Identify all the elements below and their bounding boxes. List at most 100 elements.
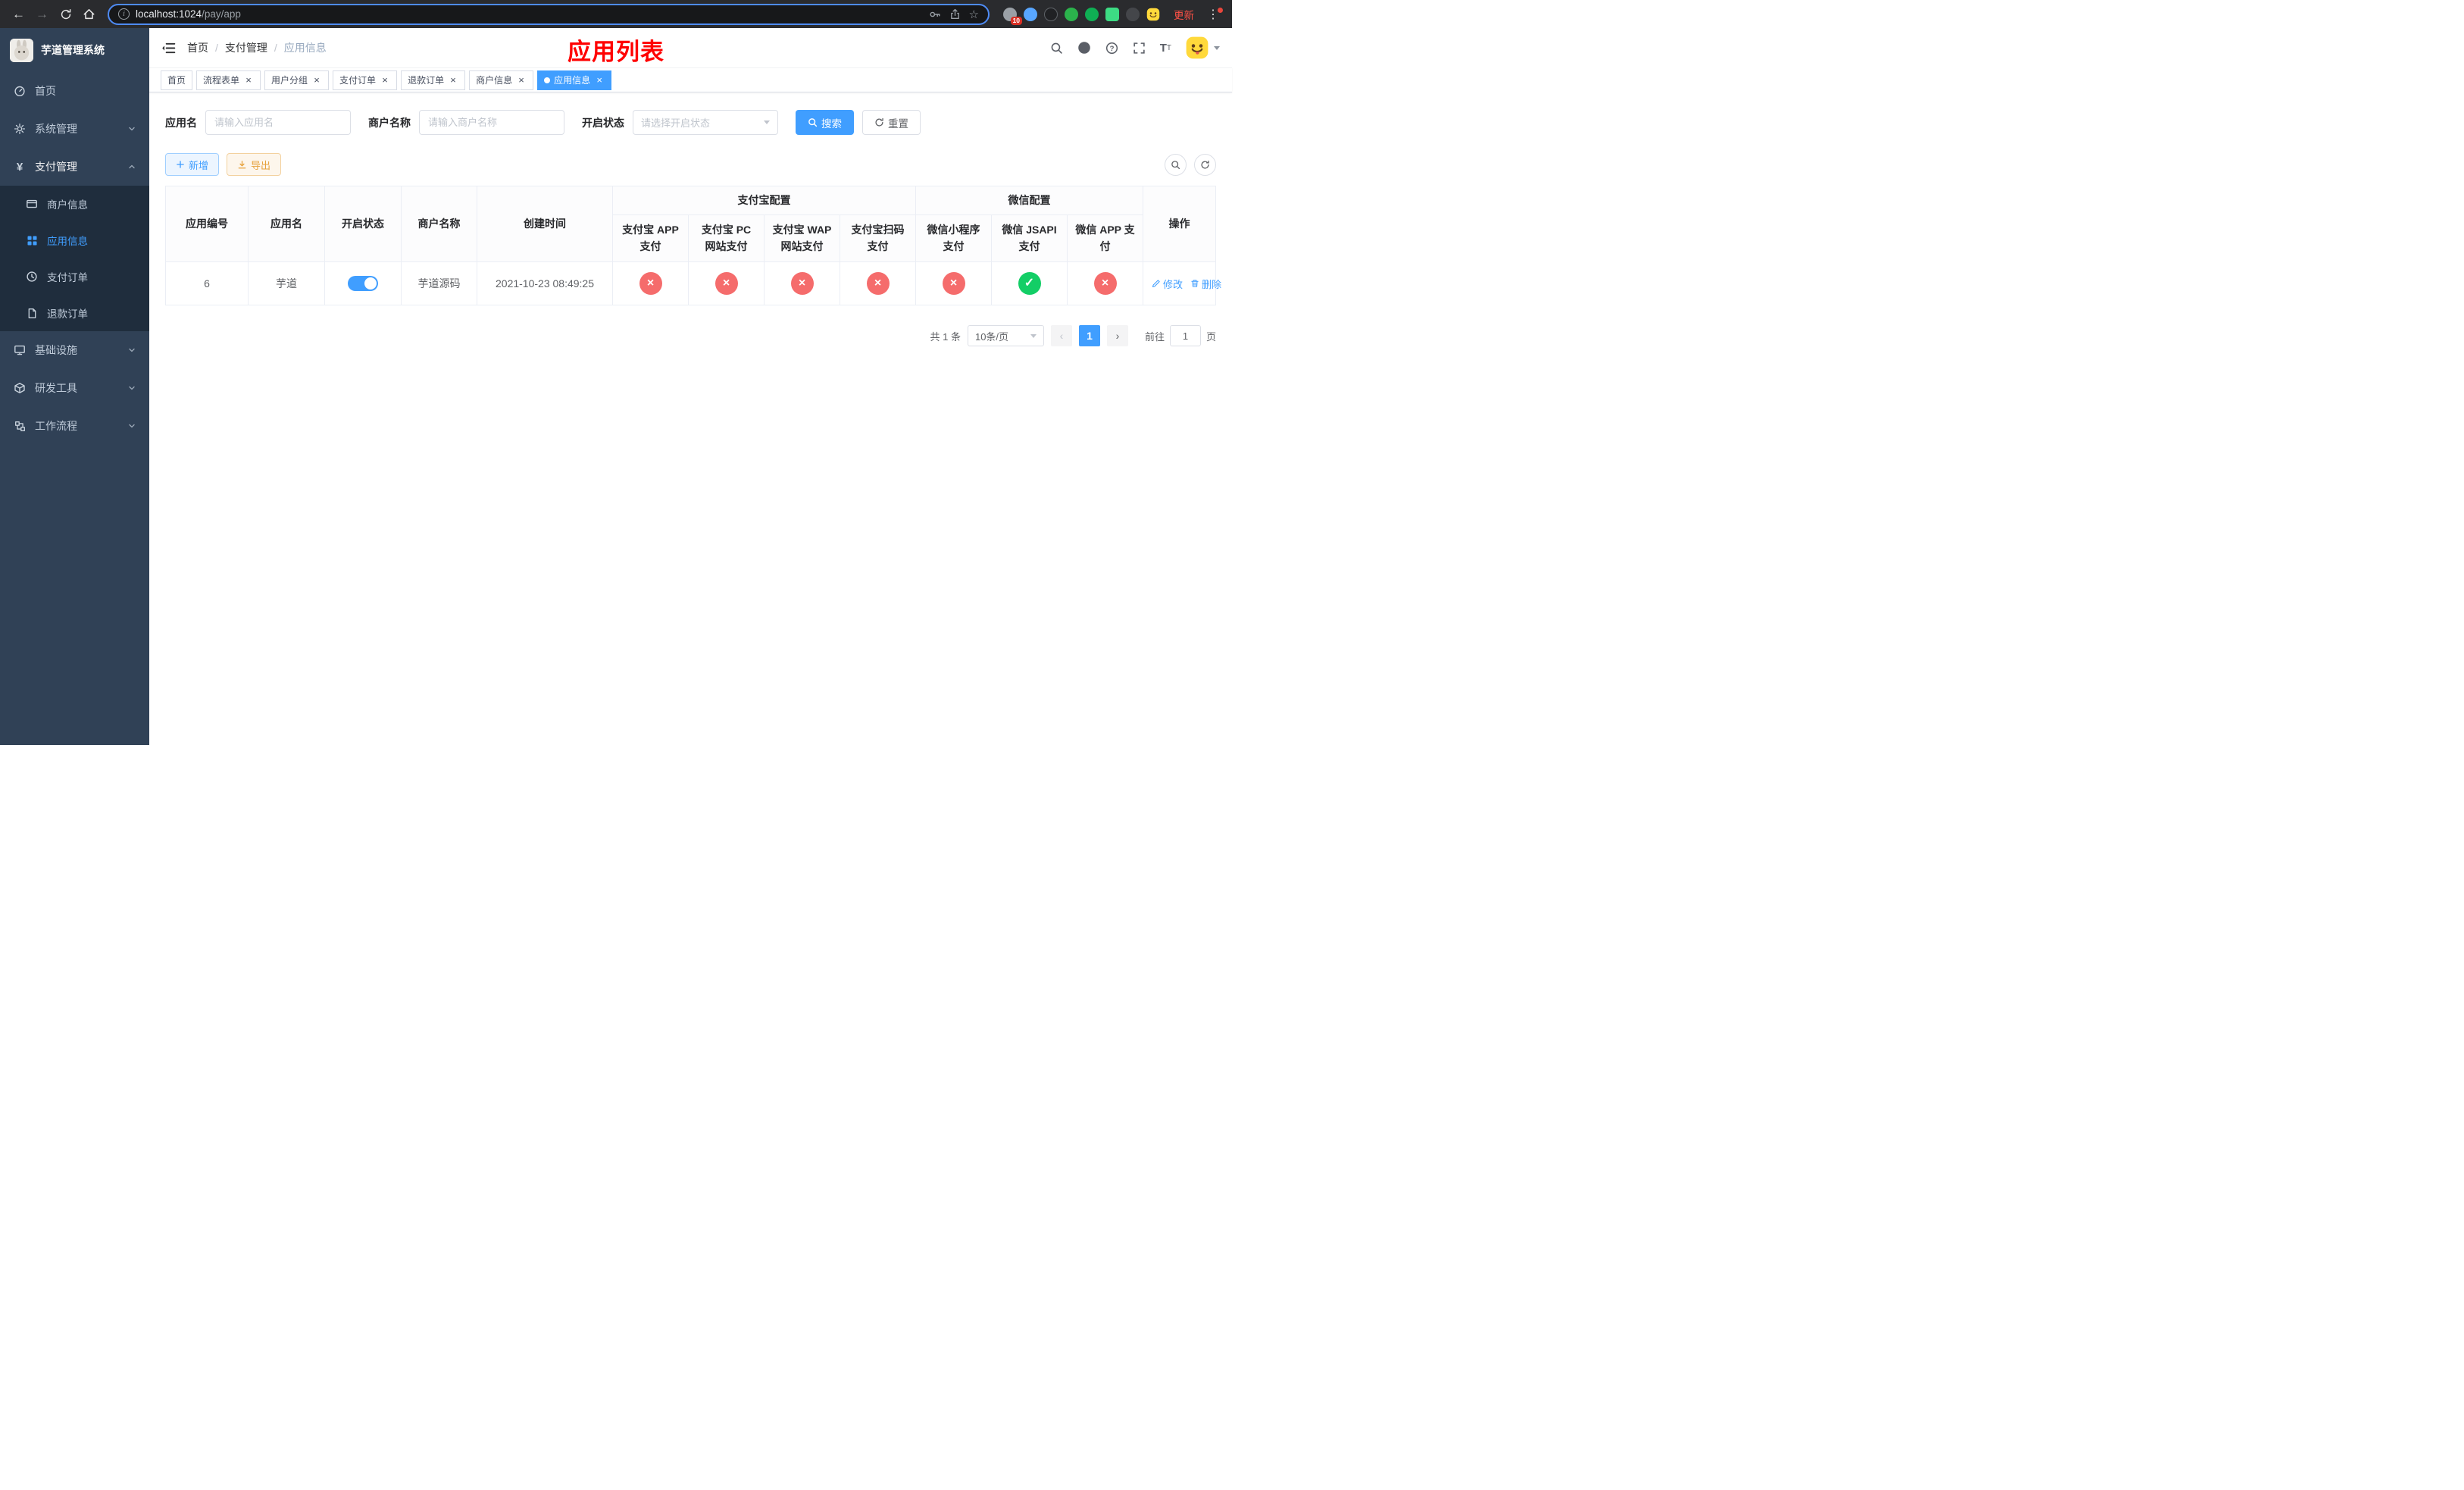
tab-close-icon[interactable]: × xyxy=(594,75,605,86)
dashboard-icon xyxy=(13,85,27,97)
app-name-label: 应用名 xyxy=(165,116,197,129)
tab-refund-order[interactable]: 退款订单 × xyxy=(401,70,466,90)
bookmark-star-icon[interactable]: ☆ xyxy=(969,8,979,21)
merchant-name-input[interactable] xyxy=(419,110,564,135)
refresh-table-button[interactable] xyxy=(1194,153,1216,176)
browser-profile-avatar[interactable] xyxy=(1146,8,1160,21)
goto-page-input[interactable] xyxy=(1169,325,1201,346)
tab-app-info[interactable]: 应用信息 × xyxy=(537,70,612,90)
table-row: 6 芋道 芋道源码 2021-10-23 08:49:25 × × × × × … xyxy=(165,261,1221,305)
password-key-icon[interactable] xyxy=(929,8,941,20)
breadcrumb: 首页 / 支付管理 / 应用信息 xyxy=(187,40,327,55)
toggle-search-button[interactable] xyxy=(1165,153,1187,176)
tags-view: 首页 流程表单 × 用户分组 × 支付订单 × 退款订单 × 商户信息 × 应用信息 × xyxy=(149,67,1232,92)
caret-down-icon xyxy=(1214,45,1220,50)
site-info-icon[interactable]: i xyxy=(118,8,130,20)
cell-status xyxy=(324,261,402,305)
extension-icon-4[interactable] xyxy=(1065,7,1078,21)
export-button[interactable]: 导出 xyxy=(227,153,282,176)
font-size-icon[interactable]: TT xyxy=(1160,42,1171,55)
extension-icon-3[interactable] xyxy=(1044,7,1058,21)
page-content: 应用名 商户名称 开启状态 请选择开启状态 搜索 重置 xyxy=(149,92,1232,745)
sidebar-toggle-button[interactable] xyxy=(161,41,176,55)
reload-button[interactable] xyxy=(55,3,77,25)
tab-close-icon[interactable]: × xyxy=(516,75,527,86)
back-button[interactable]: ← xyxy=(8,3,30,25)
goto-unit: 页 xyxy=(1205,330,1216,343)
tab-close-icon[interactable]: × xyxy=(380,75,390,86)
sidebar-item-workflow[interactable]: 工作流程 xyxy=(0,407,149,445)
status-select[interactable]: 请选择开启状态 xyxy=(633,110,778,135)
app-logo[interactable]: 芋道管理系统 xyxy=(0,28,149,72)
reset-button[interactable]: 重置 xyxy=(862,110,921,135)
col-created-at: 创建时间 xyxy=(477,186,613,262)
goto-label: 前往 xyxy=(1144,330,1165,343)
next-page-button[interactable]: › xyxy=(1106,325,1128,346)
sidebar-item-home[interactable]: 首页 xyxy=(0,72,149,110)
active-tab-dot xyxy=(544,77,551,83)
header-search-icon[interactable] xyxy=(1050,42,1063,55)
url-actions: ☆ xyxy=(929,8,979,21)
chevron-down-icon xyxy=(127,124,136,133)
svg-text:?: ? xyxy=(1109,44,1114,52)
tab-home[interactable]: 首页 xyxy=(161,70,193,90)
extension-icon-5[interactable] xyxy=(1085,7,1099,21)
browser-update-button[interactable]: 更新 xyxy=(1168,7,1200,22)
user-avatar-menu[interactable] xyxy=(1186,36,1220,59)
col-alipay-app: 支付宝 APP 支付 xyxy=(612,214,689,262)
tab-flow-form[interactable]: 流程表单 × xyxy=(196,70,261,90)
breadcrumb-home[interactable]: 首页 xyxy=(187,40,208,55)
help-icon[interactable]: ? xyxy=(1105,42,1118,55)
add-button[interactable]: 新增 xyxy=(165,153,220,176)
sidebar-item-label: 基础设施 xyxy=(35,344,77,356)
home-icon xyxy=(83,8,95,20)
update-notification-dot xyxy=(1218,7,1223,13)
sidebar-subitem-merchant-info[interactable]: 商户信息 xyxy=(0,186,149,222)
sidebar-item-devtools[interactable]: 研发工具 xyxy=(0,369,149,407)
tab-close-icon[interactable]: × xyxy=(448,75,458,86)
col-wechat-jsapi: 微信 JSAPI 支付 xyxy=(991,214,1068,262)
tab-merchant-info[interactable]: 商户信息 × xyxy=(469,70,534,90)
tab-user-group[interactable]: 用户分组 × xyxy=(264,70,330,90)
extension-badge: 10 xyxy=(1010,16,1022,25)
share-icon[interactable] xyxy=(949,8,961,20)
extension-icon-2[interactable] xyxy=(1024,7,1037,21)
col-wechat-mini: 微信小程序支付 xyxy=(915,214,992,262)
tab-label: 用户分组 xyxy=(271,75,308,86)
delete-link[interactable]: 删除 xyxy=(1190,277,1221,291)
edit-pencil-icon xyxy=(1152,280,1160,288)
sidebar-subitem-app-info[interactable]: 应用信息 xyxy=(0,222,149,258)
status-select-placeholder: 请选择开启状态 xyxy=(641,117,711,129)
tab-pay-order[interactable]: 支付订单 × xyxy=(333,70,398,90)
page-number-1[interactable]: 1 xyxy=(1078,325,1100,346)
home-button[interactable] xyxy=(78,3,100,25)
sidebar-item-system[interactable]: 系统管理 xyxy=(0,110,149,148)
page-size-value: 10条/页 xyxy=(974,330,1009,343)
edit-link[interactable]: 修改 xyxy=(1152,277,1183,291)
browser-chrome: ← → i localhost:1024/pay/app ☆ 10 更新 ⋮ xyxy=(0,0,1232,28)
sidebar-subitem-refund-order[interactable]: 退款订单 xyxy=(0,295,149,331)
extension-icon-7[interactable] xyxy=(1126,7,1140,21)
forward-button[interactable]: → xyxy=(31,3,53,25)
status-toggle[interactable] xyxy=(348,276,378,291)
page-size-select[interactable]: 10条/页 xyxy=(967,325,1044,346)
col-status: 开启状态 xyxy=(324,186,402,262)
sidebar-item-payment[interactable]: ¥ 支付管理 xyxy=(0,148,149,186)
browser-menu-icon[interactable]: ⋮ xyxy=(1202,7,1224,22)
tab-label: 流程表单 xyxy=(203,75,240,86)
url-bar[interactable]: i localhost:1024/pay/app ☆ xyxy=(108,3,990,25)
download-icon xyxy=(238,160,246,168)
search-button[interactable]: 搜索 xyxy=(796,110,854,135)
extension-icon-1[interactable]: 10 xyxy=(1003,7,1022,25)
fullscreen-icon[interactable] xyxy=(1133,42,1146,55)
app-name-input[interactable] xyxy=(205,110,351,135)
sidebar-item-infrastructure[interactable]: 基础设施 xyxy=(0,331,149,369)
prev-page-button[interactable]: ‹ xyxy=(1050,325,1072,346)
github-icon[interactable] xyxy=(1077,41,1091,55)
sidebar-subitem-pay-order[interactable]: 支付订单 xyxy=(0,258,149,295)
extension-icon-6[interactable] xyxy=(1105,7,1119,21)
tab-close-icon[interactable]: × xyxy=(243,75,254,86)
total-count: 共 1 条 xyxy=(930,330,961,343)
sidebar-item-label: 退款订单 xyxy=(47,308,88,320)
tab-close-icon[interactable]: × xyxy=(311,75,322,86)
